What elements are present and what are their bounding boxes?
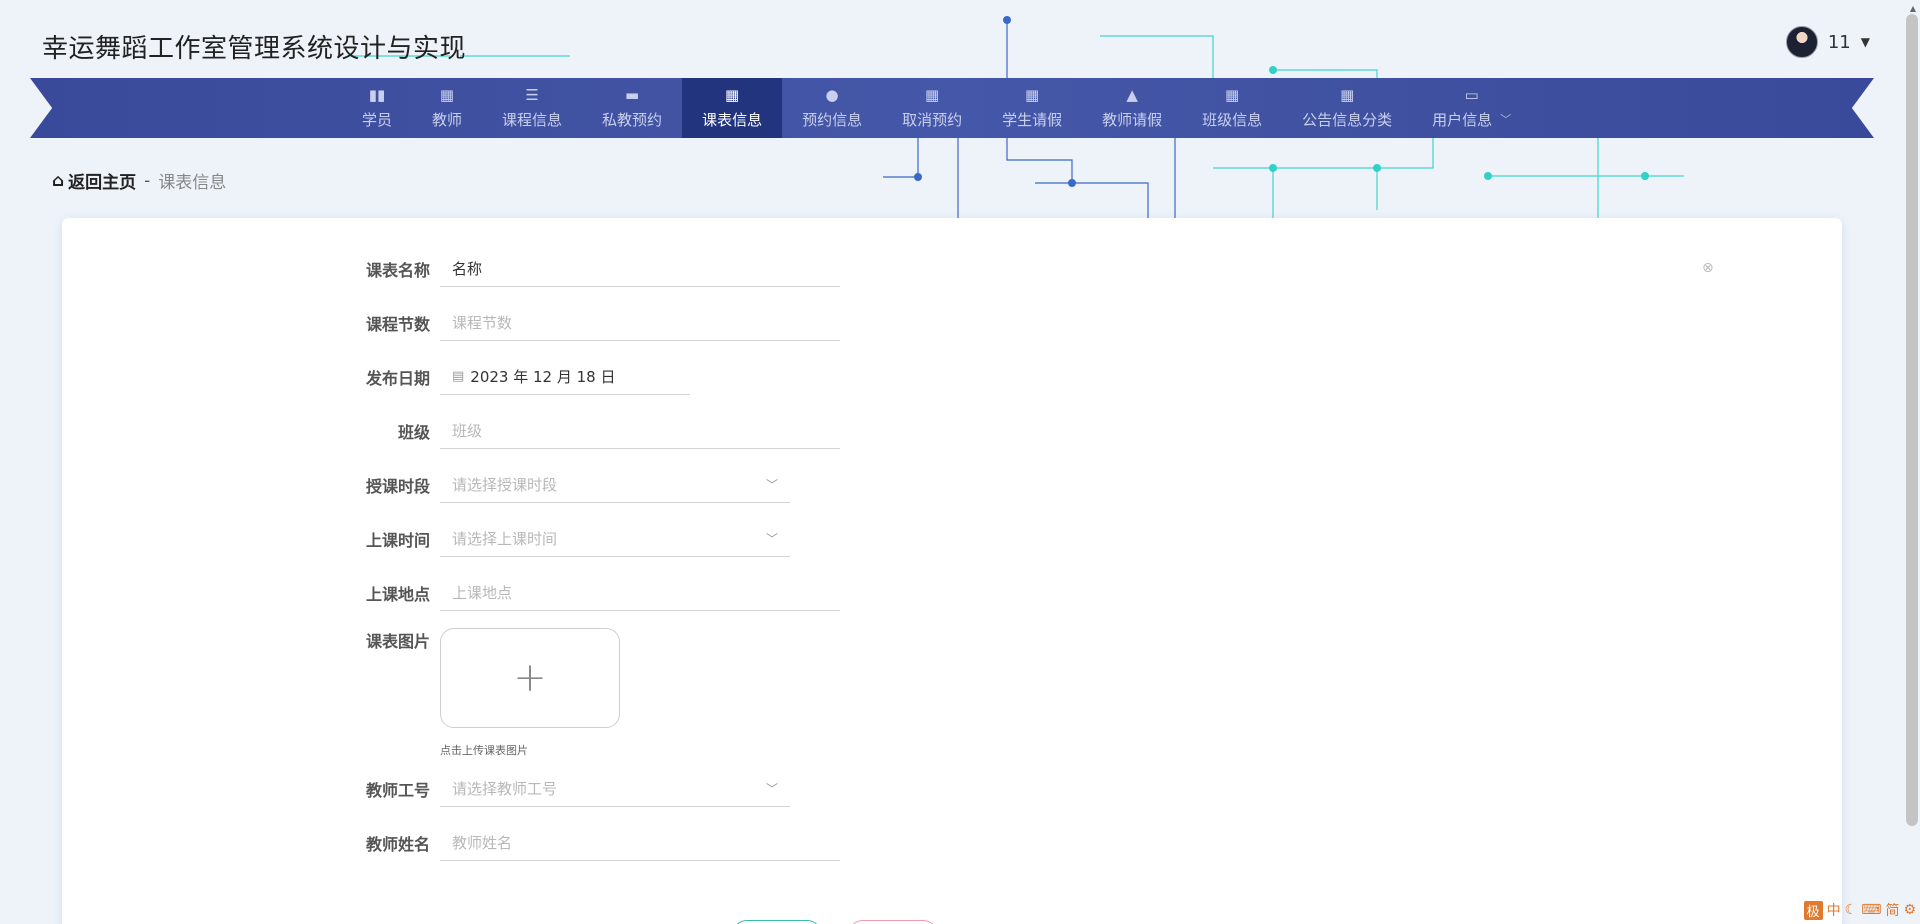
nav-item-classes[interactable]: ▦ 班级信息 (1182, 78, 1282, 138)
calendar-icon: ▤ (452, 369, 465, 384)
monitor-icon: ▬ (624, 85, 640, 104)
breadcrumb: ⌂ 返回主页 - 课表信息 (52, 168, 227, 194)
teacher-name-input[interactable] (440, 825, 840, 861)
teacher-id-select[interactable]: 请选择教师工号 ﹀ (440, 771, 790, 807)
bar-chart-icon: ▮▮ (368, 85, 386, 104)
cancel-button[interactable] (848, 920, 938, 924)
chevron-down-icon: ﹀ (765, 532, 778, 546)
nav-item-user-info[interactable]: ▭ 用户信息 ﹀ (1412, 78, 1531, 138)
class-input[interactable] (440, 413, 840, 449)
close-circle-icon[interactable]: ⊗ (1702, 260, 1714, 276)
row-name: 课表名称 (362, 242, 840, 296)
row-date: 发布日期 ▤ 2023 年 12 月 18 日 (362, 350, 840, 404)
form-panel: ⊗ 课表名称 课程节数 发布日期 ▤ 2023 年 12 月 18 日 班级 授… (62, 218, 1842, 924)
schedule-name-input[interactable] (440, 251, 840, 287)
gear-icon[interactable]: ⚙ (1903, 902, 1916, 918)
scroll-up-icon[interactable]: ▲ (1910, 4, 1916, 13)
breadcrumb-home[interactable]: ⌂ 返回主页 (52, 168, 136, 194)
ime-chinese-toggle[interactable]: 中 (1827, 900, 1841, 920)
user-name: 11 (1827, 31, 1851, 53)
nav-item-courses[interactable]: ☰ 课程信息 (482, 78, 582, 138)
keyboard-icon[interactable]: ⌨ (1861, 902, 1881, 918)
nav-item-bookings[interactable]: ● 预约信息 (782, 78, 882, 138)
caret-down-icon: ▼ (1860, 35, 1870, 49)
teaching-period-select[interactable]: 请选择授课时段 ﹀ (440, 467, 790, 503)
person-icon: ▲ (1126, 85, 1138, 104)
home-icon: ⌂ (52, 170, 65, 191)
row-class: 班级 (362, 404, 840, 458)
schedule-form: 课表名称 课程节数 发布日期 ▤ 2023 年 12 月 18 日 班级 授课时… (362, 242, 840, 870)
row-image: 课表图片 + 点击上传课表图片 (362, 620, 840, 762)
card-icon: ▭ (1464, 85, 1479, 104)
image-upload-button[interactable]: + (440, 628, 620, 728)
grid-icon: ▦ (724, 85, 740, 104)
chevron-down-icon: ﹀ (765, 478, 778, 492)
grid-icon: ▦ (439, 85, 455, 104)
avatar (1785, 26, 1818, 58)
nav-item-schedule[interactable]: ▦ 课表信息 (682, 78, 783, 138)
row-teacher-name: 教师姓名 (362, 816, 840, 870)
nav-item-notice-category[interactable]: ▦ 公告信息分类 (1282, 78, 1412, 138)
upload-hint: 点击上传课表图片 (440, 744, 528, 757)
class-time-select[interactable]: 请选择上课时间 ﹀ (440, 521, 790, 557)
nav-item-private-booking[interactable]: ▬ 私教预约 (582, 78, 682, 138)
user-menu[interactable]: 11 ▼ (1785, 26, 1870, 58)
location-input[interactable] (440, 575, 840, 611)
ime-logo-icon[interactable]: 极 (1803, 900, 1823, 920)
grid-icon: ▦ (1340, 85, 1355, 104)
row-location: 上课地点 (362, 566, 840, 620)
row-time: 上课时间 请选择上课时间 ﹀ (362, 512, 840, 566)
publish-date-picker[interactable]: ▤ 2023 年 12 月 18 日 (440, 359, 690, 395)
ime-simplified-toggle[interactable]: 简 (1885, 900, 1899, 920)
chevron-down-icon: ﹀ (765, 782, 778, 796)
nav-item-teacher-leave[interactable]: ▲ 教师请假 (1082, 78, 1182, 138)
submit-button[interactable] (732, 920, 822, 924)
lesson-count-input[interactable] (440, 305, 840, 341)
list-icon: ☰ (525, 85, 539, 104)
nav-item-student-leave[interactable]: ▦ 学生请假 (982, 78, 1082, 138)
grid-icon: ▦ (925, 85, 940, 104)
row-teacher-id: 教师工号 请选择教师工号 ﹀ (362, 762, 840, 816)
ime-toolbar: 极 中 ☾ ⌨ 简 ⚙ (1803, 900, 1916, 920)
scrollbar[interactable] (1906, 14, 1918, 826)
plus-icon: + (513, 655, 547, 701)
breadcrumb-current: 课表信息 (158, 173, 227, 193)
nav-item-cancel-booking[interactable]: ▦ 取消预约 (882, 78, 982, 138)
nav-item-teachers[interactable]: ▦ 教师 (412, 78, 482, 138)
moon-icon[interactable]: ☾ (1845, 902, 1858, 918)
row-lessons: 课程节数 (362, 296, 840, 350)
chevron-down-icon: ﹀ (1500, 113, 1512, 126)
row-period: 授课时段 请选择授课时段 ﹀ (362, 458, 840, 512)
site-title: 幸运舞蹈工作室管理系统设计与实现 (42, 34, 467, 64)
grid-icon: ▦ (1025, 85, 1040, 104)
pin-icon: ● (825, 85, 839, 104)
nav-item-students[interactable]: ▮▮ 学员 (342, 78, 412, 138)
top-header: 幸运舞蹈工作室管理系统设计与实现 11 ▼ (0, 0, 1900, 78)
grid-icon: ▦ (1225, 85, 1240, 104)
main-nav: ▮▮ 学员 ▦ 教师 ☰ 课程信息 ▬ 私教预约 ▦ 课表信息 ● 预约信息 ▦… (30, 78, 1874, 138)
